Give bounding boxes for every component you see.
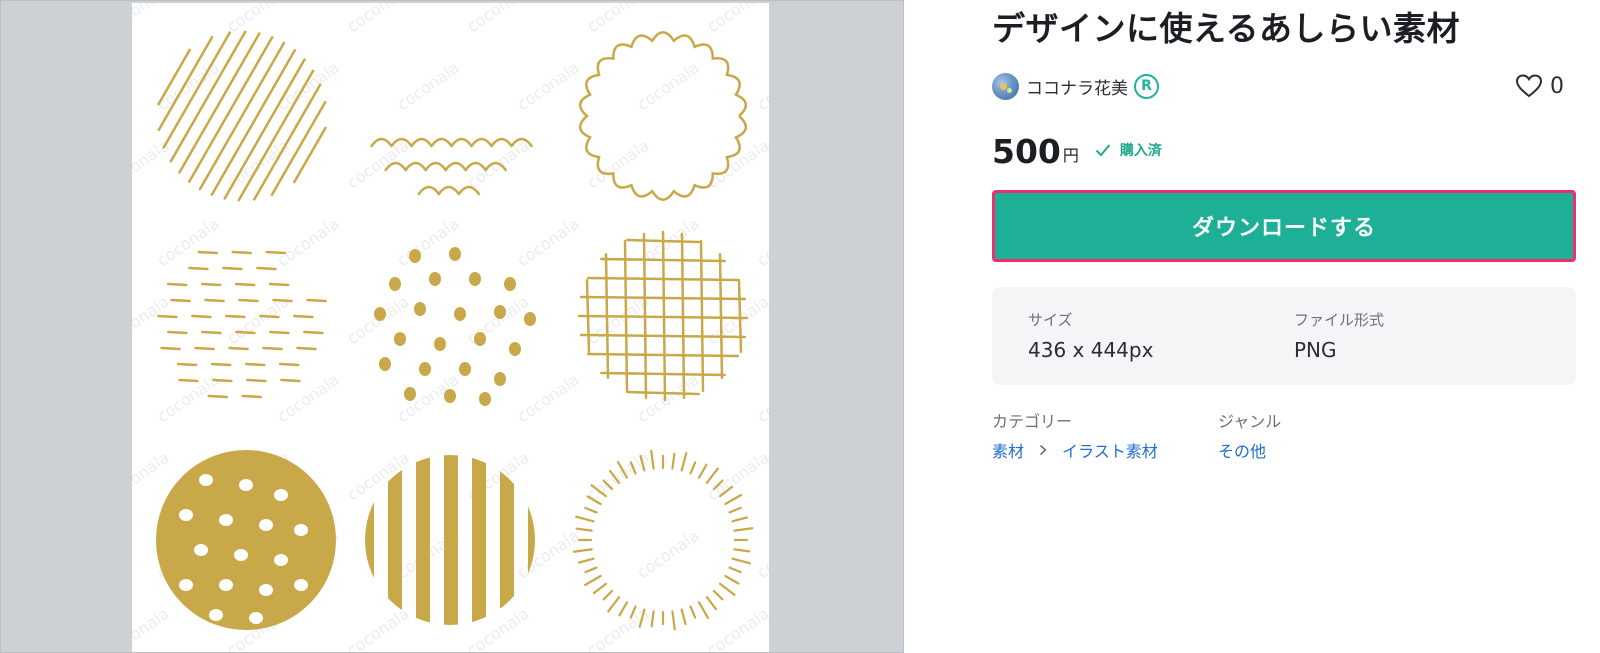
watermark-text: coconala — [132, 448, 173, 505]
watermark-text: coconala — [513, 526, 582, 583]
watermark-text: coconala — [753, 58, 769, 115]
heart-icon — [1516, 74, 1542, 98]
watermark-text: coconala — [583, 292, 652, 349]
size-label: サイズ — [1028, 311, 1073, 329]
watermark-text: coconala — [132, 3, 173, 36]
watermark-text: coconala — [153, 214, 222, 271]
price-row: 500 円 購入済 — [992, 130, 1162, 170]
watermark-text: coconala — [583, 136, 652, 193]
watermark-text: coconala — [703, 3, 769, 36]
preview-image[interactable]: coconala coconala coconala coconala coconala… — [132, 3, 769, 652]
watermark-text: coconala — [132, 292, 173, 349]
watermark-text: coconala — [463, 292, 532, 349]
format-value: PNG — [1294, 338, 1337, 362]
watermark-text: coconala — [583, 448, 652, 505]
category-label: カテゴリー — [992, 412, 1073, 431]
category-block: カテゴリー 素材 イラスト素材 — [992, 408, 1158, 462]
currency-unit: 円 — [1062, 146, 1079, 165]
rank-badge: R — [1134, 73, 1159, 99]
watermark-text: coconala — [633, 370, 702, 427]
category-breadcrumb: 素材 イラスト素材 — [992, 438, 1158, 462]
watermark-text: coconala — [223, 3, 292, 36]
spec-format: ファイル形式 PNG — [1294, 309, 1384, 362]
format-label: ファイル形式 — [1294, 311, 1385, 329]
purchase-status: 購入済 — [1095, 140, 1162, 160]
watermark-text: coconala — [343, 604, 412, 652]
watermark-text: coconala — [513, 58, 582, 115]
watermark-text: coconala — [513, 370, 582, 427]
size-value: 436 x 444px — [1028, 338, 1154, 362]
watermark-text: coconala — [273, 214, 342, 271]
watermark-text: coconala — [343, 448, 412, 505]
genre-link-other[interactable]: その他 — [1218, 438, 1266, 462]
watermark-text: coconala — [703, 604, 769, 652]
genre-label: ジャンル — [1218, 412, 1282, 431]
spec-size: サイズ 436 x 444px — [1028, 309, 1153, 362]
watermark-text: coconala — [753, 526, 769, 583]
check-icon — [1095, 144, 1111, 157]
watermark-text: coconala — [153, 370, 222, 427]
watermark-text: coconala — [343, 136, 412, 193]
watermark-text: coconala — [753, 370, 769, 427]
favorite-count: 0 — [1550, 73, 1564, 99]
watermark-text: coconala — [273, 370, 342, 427]
download-button[interactable]: ダウンロードする — [992, 190, 1576, 262]
spec-box: サイズ 436 x 444px ファイル形式 PNG — [992, 287, 1576, 385]
category-link-illustration[interactable]: イラスト素材 — [1062, 438, 1158, 462]
watermark-text: coconala — [463, 3, 532, 36]
watermark-text: coconala — [583, 604, 652, 652]
watermark-text: coconala — [583, 3, 652, 36]
watermark-text: coconala — [753, 214, 769, 271]
avatar[interactable] — [992, 72, 1019, 100]
product-title: デザインに使えるあしらい素材 — [992, 9, 1461, 48]
watermark-text: coconala — [513, 214, 582, 271]
watermark-text: coconala — [633, 58, 702, 115]
watermark-text: coconala — [393, 214, 462, 271]
favorite-button[interactable]: 0 — [1516, 70, 1564, 102]
purchase-status-label: 購入済 — [1119, 143, 1162, 159]
category-link-material[interactable]: 素材 — [992, 438, 1024, 462]
genre-links: その他 — [1218, 438, 1281, 462]
author-row: ココナラ花美 R 0 — [992, 70, 1576, 102]
chevron-right-icon — [1039, 444, 1047, 456]
preview-frame: coconala coconala coconala coconala coconala… — [0, 0, 904, 653]
watermark-text: coconala — [343, 3, 412, 36]
price: 500 — [992, 132, 1061, 171]
watermark-text: coconala — [132, 604, 173, 652]
genre-block: ジャンル その他 — [1218, 408, 1281, 462]
watermark-text: coconala — [633, 526, 702, 583]
watermark-text: coconala — [703, 136, 769, 193]
pattern-illustration: coconala coconala coconala coconala coconala… — [132, 3, 769, 652]
watermark-text: coconala — [393, 58, 462, 115]
author-name[interactable]: ココナラ花美 — [1026, 74, 1128, 99]
watermark-text: coconala — [703, 292, 769, 349]
